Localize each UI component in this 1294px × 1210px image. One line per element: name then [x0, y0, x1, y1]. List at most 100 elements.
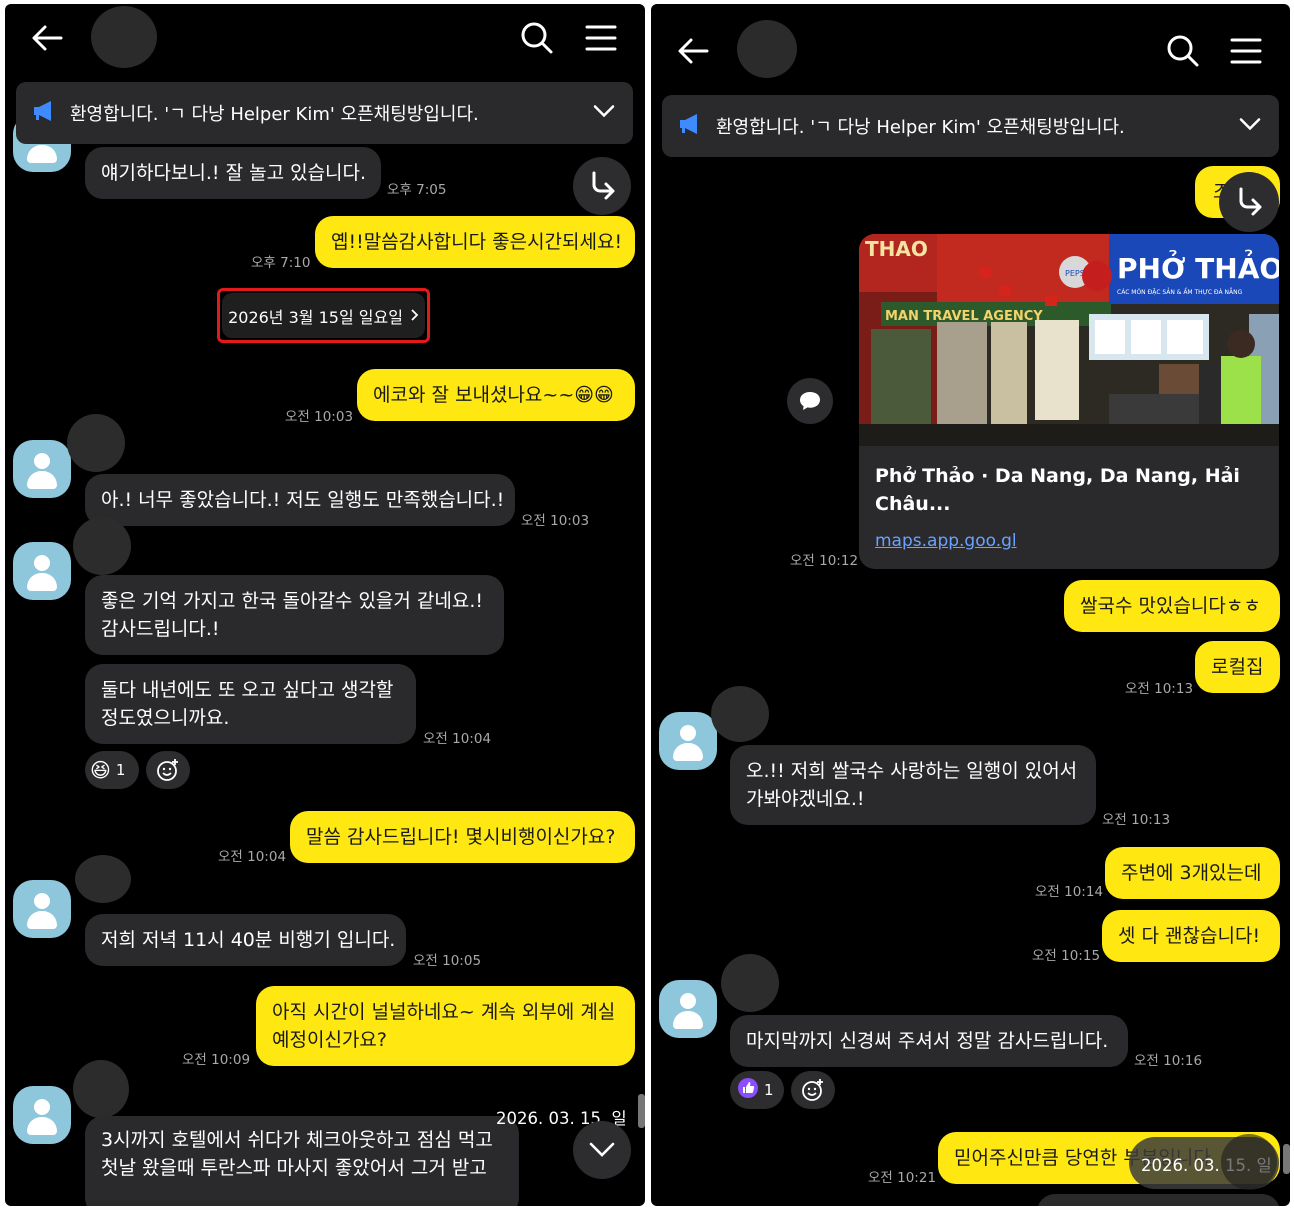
- chevron-down-icon[interactable]: [593, 103, 615, 124]
- message-bubble-sent[interactable]: 셋 다 괜찮습니다!: [1102, 910, 1280, 962]
- message-time: 오전 10:04: [423, 731, 492, 747]
- reaction-count: 1: [115, 761, 126, 779]
- message-bubble-sent[interactable]: 아직 시간이 널널하네요~ 계속 외부에 계실 예정이신가요?: [256, 986, 635, 1066]
- scrollbar[interactable]: [638, 1094, 645, 1128]
- reaction-chip[interactable]: 😆 1: [85, 751, 139, 789]
- notice-banner[interactable]: 환영합니다. 'ㄱ 다낭 Helper Kim' 오픈채팅방입니다.: [16, 82, 633, 144]
- message-time: 오전 10:13: [1102, 812, 1171, 828]
- user-avatar[interactable]: [13, 542, 71, 600]
- add-emoji-icon: [802, 1079, 823, 1101]
- reaction-chip[interactable]: 1: [730, 1071, 784, 1109]
- message-bubble-received: [1037, 1194, 1280, 1206]
- message-bubble-sent[interactable]: 로컬집: [1195, 641, 1280, 693]
- comment-button[interactable]: [787, 378, 833, 424]
- message-text: 얘기하다보니.! 잘 놀고 있습니다.: [101, 162, 367, 184]
- message-time: 오후 7:05: [387, 182, 447, 198]
- search-icon[interactable]: [1166, 34, 1200, 72]
- share-button[interactable]: [1219, 172, 1279, 232]
- sender-name-blurred: [75, 855, 131, 903]
- thumbs-up-icon: [738, 1078, 758, 1102]
- svg-text:CÁC MÓN ĐẶC SẢN & ẨM THỰC ĐÀ N: CÁC MÓN ĐẶC SẢN & ẨM THỰC ĐÀ NẴNG: [1117, 288, 1243, 296]
- message-time: 오전 10:05: [413, 953, 482, 969]
- scroll-down-button[interactable]: [1221, 1134, 1277, 1190]
- message-text: 가봐야겠네요.!: [746, 788, 865, 810]
- user-avatar[interactable]: [659, 712, 717, 770]
- message-time: 오후 7:10: [251, 255, 311, 271]
- link-url[interactable]: maps.app.goo.gl: [875, 531, 1017, 551]
- chat-room-avatar[interactable]: [737, 20, 797, 78]
- date-divider-text: 2026년 3월 15일 일요일: [228, 307, 403, 327]
- sender-name-blurred: [721, 954, 779, 1012]
- chevron-down-icon[interactable]: [1239, 116, 1261, 137]
- back-arrow-icon[interactable]: [31, 24, 63, 56]
- notice-banner[interactable]: 환영합니다. 'ㄱ 다낭 Helper Kim' 오픈채팅방입니다.: [662, 95, 1279, 157]
- restaurant-photo: THAO MAN TRAVEL AGENCY PHỞ THẢO CÁC MÓN …: [859, 234, 1279, 446]
- message-bubble-sent[interactable]: 말씀 감사드립니다! 몇시비행이신가요?: [290, 811, 635, 863]
- add-emoji-icon: [157, 759, 178, 781]
- megaphone-icon: [678, 113, 702, 140]
- sender-name-blurred: [711, 686, 769, 742]
- scrollbar[interactable]: [1283, 1144, 1290, 1174]
- message-bubble-received[interactable]: 마지막까지 신경써 주셔서 정말 감사드립니다.: [730, 1015, 1128, 1067]
- message-text: 마지막까지 신경써 주셔서 정말 감사드립니다.: [746, 1030, 1109, 1052]
- add-reaction-button[interactable]: [146, 751, 190, 789]
- svg-text:PHỞ THẢO: PHỞ THẢO: [1117, 247, 1279, 285]
- user-avatar[interactable]: [13, 1086, 71, 1144]
- chat-screen-left: 환영합니다. 'ㄱ 다낭 Helper Kim' 오픈채팅방입니다. 얘기하다보…: [5, 4, 645, 1206]
- search-icon[interactable]: [520, 21, 554, 59]
- sender-name-blurred: [67, 414, 125, 472]
- message-text: 로컬집: [1211, 656, 1264, 678]
- chevron-down-icon: [589, 1142, 615, 1157]
- message-text: 저희 저녁 11시 40분 비행기 입니다.: [101, 929, 396, 951]
- message-bubble-sent[interactable]: 에코와 잘 보내셨나요~~😁😁: [357, 369, 635, 421]
- message-text: 감사드립니다.!: [101, 618, 220, 640]
- date-divider[interactable]: 2026년 3월 15일 일요일: [222, 293, 425, 338]
- message-text: 좋은 기억 가지고 한국 돌아갈수 있을거 같네요.!: [101, 590, 484, 612]
- notice-text: 환영합니다. 'ㄱ 다낭 Helper Kim' 오픈채팅방입니다.: [716, 117, 1125, 138]
- message-text: 아직 시간이 널널하네요~ 계속 외부에 계실: [272, 1001, 616, 1023]
- add-reaction-button[interactable]: [791, 1071, 835, 1109]
- message-text: 옙!!말씀감사합니다 좋은시간되세요!: [331, 231, 623, 253]
- message-bubble-received[interactable]: 얘기하다보니.! 잘 놀고 있습니다.: [85, 147, 381, 199]
- message-text: 셋 다 괜찮습니다!: [1118, 925, 1261, 947]
- message-bubble-received[interactable]: 좋은 기억 가지고 한국 돌아갈수 있을거 같네요.! 감사드립니다.!: [85, 575, 504, 655]
- message-text: 주변에 3개있는데: [1121, 862, 1262, 884]
- message-time: 오전 10:03: [521, 513, 590, 529]
- message-time: 오전 10:21: [868, 1170, 937, 1186]
- menu-icon[interactable]: [1230, 37, 1262, 69]
- chevron-right-icon: [411, 306, 419, 325]
- notice-text: 환영합니다. 'ㄱ 다낭 Helper Kim' 오픈채팅방입니다.: [70, 104, 479, 125]
- svg-text:THAO: THAO: [865, 237, 928, 261]
- sender-name-blurred: [73, 517, 131, 575]
- message-text: 둘다 내년에도 또 오고 싶다고 생각할: [101, 679, 394, 701]
- message-time: 오전 10:03: [285, 409, 354, 425]
- link-title: Phở Thảo · Da Nang, Da Nang, Hải Châu...: [875, 465, 1240, 515]
- message-bubble-received[interactable]: 아.! 너무 좋았습니다.! 저도 일행도 만족했습니다.!: [85, 474, 515, 526]
- user-avatar[interactable]: [659, 980, 717, 1038]
- share-button[interactable]: [573, 157, 631, 215]
- back-arrow-icon[interactable]: [677, 37, 709, 69]
- message-bubble-sent[interactable]: 쌀국수 맛있습니다ㅎㅎ: [1064, 580, 1280, 632]
- menu-icon[interactable]: [585, 24, 617, 56]
- message-text: 오.!! 저희 쌀국수 사랑하는 일행이 있어서: [746, 760, 1078, 782]
- user-avatar[interactable]: [13, 880, 71, 938]
- message-bubble-sent[interactable]: 옙!!말씀감사합니다 좋은시간되세요!: [315, 216, 635, 268]
- message-bubble-received[interactable]: 오.!! 저희 쌀국수 사랑하는 일행이 있어서 가봐야겠네요.!: [730, 745, 1096, 825]
- message-text: 첫날 왔을때 투란스파 마사지 좋았어서 그거 받고: [101, 1157, 487, 1179]
- scroll-down-button[interactable]: [573, 1121, 631, 1179]
- message-text: 말씀 감사드립니다! 몇시비행이신가요?: [306, 826, 616, 848]
- chat-screen-right: 환영합니다. 'ㄱ 다낭 Helper Kim' 오픈채팅방입니다. 조 THA…: [651, 4, 1290, 1206]
- link-preview-card[interactable]: THAO MAN TRAVEL AGENCY PHỞ THẢO CÁC MÓN …: [859, 234, 1279, 569]
- message-bubble-received[interactable]: 둘다 내년에도 또 오고 싶다고 생각할 정도였으니까요.: [85, 664, 416, 744]
- message-time: 오전 10:13: [1125, 681, 1194, 697]
- message-bubble-received[interactable]: 3시까지 호텔에서 쉬다가 체크아웃하고 점심 먹고 첫날 왔을때 투란스파 마…: [85, 1116, 519, 1206]
- message-time: 오전 10:09: [182, 1052, 251, 1068]
- message-text: 아.! 너무 좋았습니다.! 저도 일행도 만족했습니다.!: [101, 489, 505, 511]
- message-time: 오전 10:16: [1134, 1053, 1203, 1069]
- chat-room-avatar[interactable]: [91, 6, 157, 68]
- message-text: 에코와 잘 보내셨나요~~😁😁: [373, 384, 614, 406]
- message-time: 오전 10:15: [1032, 948, 1101, 964]
- user-avatar[interactable]: [13, 440, 71, 498]
- message-bubble-sent[interactable]: 주변에 3개있는데: [1105, 847, 1280, 899]
- message-bubble-received[interactable]: 저희 저녁 11시 40분 비행기 입니다.: [85, 914, 406, 966]
